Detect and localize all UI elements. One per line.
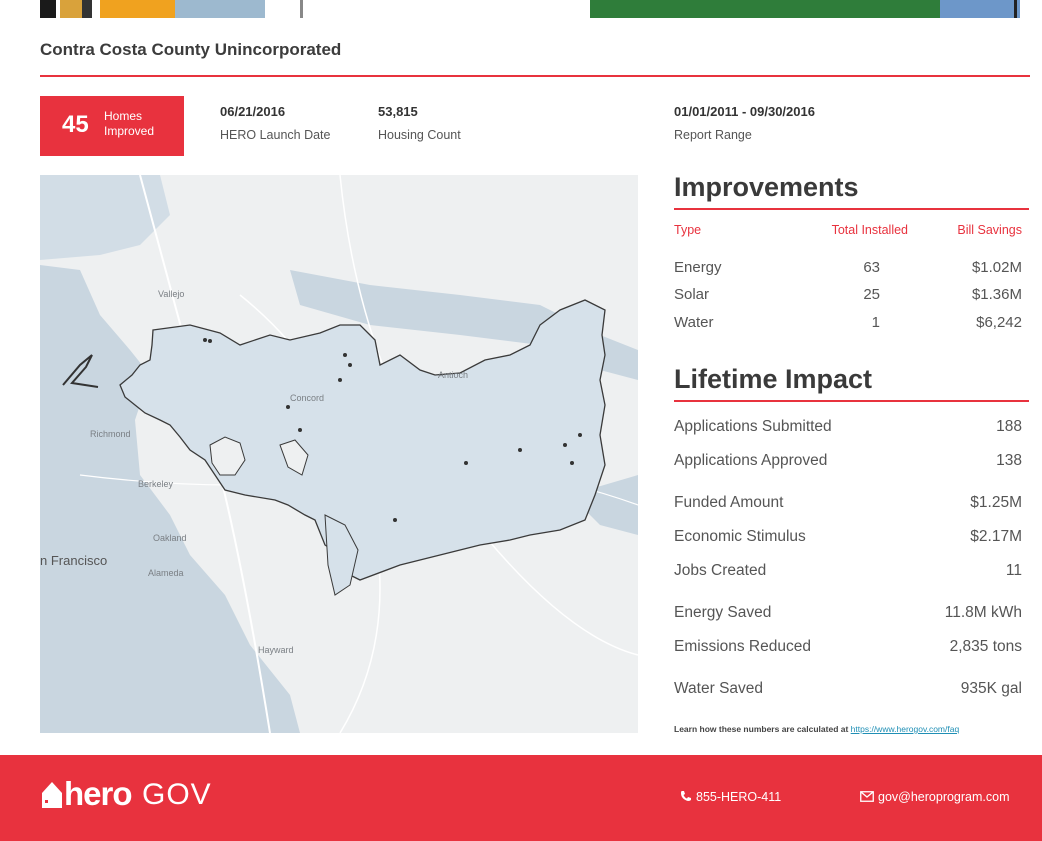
homes-count: 45 <box>62 111 89 138</box>
methodology-text: Learn how these numbers are calculated a… <box>674 724 851 734</box>
impact-value: 2,835 tons <box>949 638 1022 655</box>
map-place-label: Concord <box>290 393 325 403</box>
lifetime-impact-title: Lifetime Impact <box>674 364 873 394</box>
phone-number: 855-HERO-411 <box>696 790 782 804</box>
impact-value: 138 <box>996 452 1022 469</box>
impact-label: Emissions Reduced <box>674 638 811 655</box>
map-place-label: n Francisco <box>40 553 108 568</box>
homes-improved-badge: 45 Homes Improved <box>40 96 184 156</box>
stat-label: Housing Count <box>378 128 461 142</box>
homes-label: Homes Improved <box>104 109 155 138</box>
logo-hero-text: hero <box>64 775 133 812</box>
email-contact[interactable]: gov@heroprogram.com <box>860 790 1010 805</box>
improvement-type: Water <box>674 314 714 331</box>
housing-count-stat: 53,815 Housing Count <box>378 104 461 142</box>
column-header-savings: Bill Savings <box>957 223 1022 237</box>
impact-label: Applications Submitted <box>674 418 832 435</box>
email-address: gov@heroprogram.com <box>878 790 1010 804</box>
impact-label: Energy Saved <box>674 604 772 621</box>
improvement-installed: 25 <box>863 286 880 303</box>
phone-icon <box>680 790 692 805</box>
improvement-installed: 63 <box>863 259 880 276</box>
impact-label: Economic Stimulus <box>674 528 806 545</box>
impact-value: $1.25M <box>970 494 1022 511</box>
improvements-title: Improvements <box>674 172 859 202</box>
launch-date-stat: 06/21/2016 HERO Launch Date <box>220 104 330 142</box>
report-range-stat: 01/01/2011 - 09/30/2016 Report Range <box>674 104 815 142</box>
methodology-note: Learn how these numbers are calculated a… <box>674 724 959 734</box>
impact-label: Applications Approved <box>674 452 828 469</box>
footer: hero GOV 855-HERO-411 gov@heroprogram.co… <box>0 755 1042 841</box>
map-place-label: Richmond <box>90 429 131 439</box>
county-map[interactable]: Vallejo Concord Antioch Richmond Berkele… <box>40 175 638 733</box>
improvement-type: Solar <box>674 286 710 303</box>
title-divider <box>40 75 1030 77</box>
improvement-type: Energy <box>674 259 722 276</box>
banner-image-strip <box>0 0 1042 18</box>
impact-label: Funded Amount <box>674 494 784 511</box>
impact-label: Water Saved <box>674 680 764 697</box>
improvement-savings: $1.36M <box>971 286 1022 303</box>
map-place-label: Oakland <box>153 533 187 543</box>
improvement-savings: $1.02M <box>971 259 1022 276</box>
impact-value: 11 <box>1005 562 1022 579</box>
map-place-label: Hayward <box>258 645 294 655</box>
impact-value: 11.8M kWh <box>944 604 1022 621</box>
map-place-label: Antioch <box>438 370 469 380</box>
logo-gov-text: GOV <box>142 778 212 811</box>
page-title: Contra Costa County Unincorporated <box>40 40 342 59</box>
map-graphic <box>40 175 638 733</box>
impact-label: Jobs Created <box>674 562 767 579</box>
impact-value: 188 <box>996 418 1022 435</box>
house-icon <box>40 779 64 814</box>
stat-label: Report Range <box>674 128 752 142</box>
impact-value: 935K gal <box>960 680 1022 697</box>
impact-value: $2.17M <box>970 528 1022 545</box>
faq-link[interactable]: https://www.herogov.com/faq <box>851 724 960 734</box>
map-place-label: Alameda <box>148 568 184 578</box>
stat-label: HERO Launch Date <box>220 128 331 142</box>
column-header-installed: Total Installed <box>831 223 908 237</box>
stat-value: 53,815 <box>378 104 418 119</box>
improvement-savings: $6,242 <box>976 314 1022 331</box>
improvement-installed: 1 <box>871 314 880 331</box>
stat-value: 06/21/2016 <box>220 104 286 119</box>
phone-contact[interactable]: 855-HERO-411 <box>680 790 781 805</box>
improvements-divider <box>674 208 1029 210</box>
column-header-type: Type <box>674 223 702 237</box>
mail-icon <box>860 790 874 805</box>
stat-value: 01/01/2011 - 09/30/2016 <box>674 104 815 119</box>
map-place-label: Vallejo <box>158 289 185 299</box>
map-place-label: Berkeley <box>138 479 174 489</box>
lifetime-impact-divider <box>674 400 1029 402</box>
